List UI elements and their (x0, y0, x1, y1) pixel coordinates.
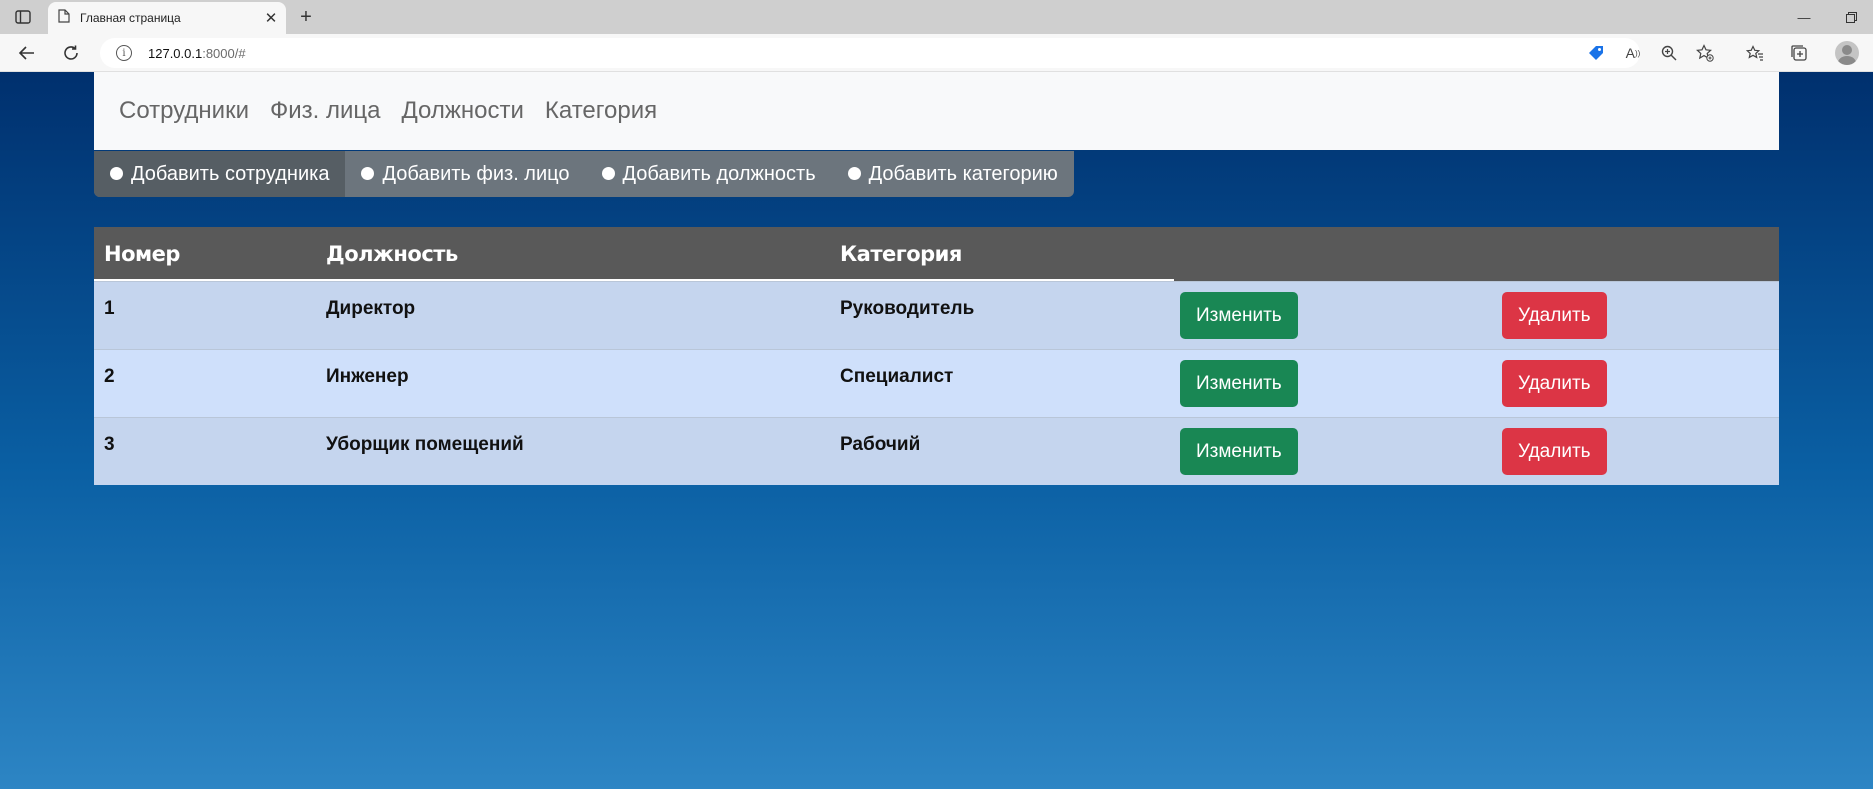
edit-button[interactable]: Изменить (1180, 291, 1298, 339)
main-navbar: Сотрудники Физ. лица Должности Категория (94, 72, 1779, 150)
coupon-tag-icon[interactable] (1584, 42, 1608, 64)
column-header-number: Номер (104, 241, 180, 266)
column-header-category: Категория (840, 241, 962, 266)
browser-tab-strip: Главная страница ✕ + — (0, 0, 1873, 34)
restore-window-icon[interactable] (1840, 6, 1862, 28)
cell-number: 2 (94, 348, 316, 417)
table-row: 3 Уборщик помещений Рабочий Изменить Уда… (94, 416, 1779, 485)
nav-item-employees[interactable]: Сотрудники (119, 97, 249, 125)
add-person-tab[interactable]: Добавить физ. лицо (345, 151, 585, 197)
cell-edit: Изменить (1170, 348, 1492, 417)
cell-category: Рабочий (830, 416, 1170, 485)
bullet-icon (601, 166, 615, 180)
read-aloud-icon[interactable]: A)) (1621, 42, 1645, 64)
edit-button[interactable]: Изменить (1180, 427, 1298, 475)
profile-avatar[interactable] (1835, 41, 1859, 65)
tab-actions-icon[interactable] (12, 8, 34, 26)
back-icon[interactable] (14, 41, 40, 65)
url-path: :8000/# (202, 45, 246, 61)
add-position-label: Добавить должность (622, 162, 816, 185)
cell-edit: Изменить (1170, 280, 1492, 349)
positions-table: Номер Должность Категория 1 Директор Рук… (94, 227, 1779, 485)
cell-category: Специалист (830, 348, 1170, 417)
close-tab-icon[interactable]: ✕ (262, 9, 280, 27)
nav-item-persons[interactable]: Физ. лица (270, 97, 381, 125)
site-info-icon[interactable]: i (116, 45, 132, 61)
reload-icon[interactable] (58, 41, 84, 65)
bullet-icon (110, 166, 123, 180)
table-row: 2 Инженер Специалист Изменить Удалить (94, 348, 1779, 417)
bullet-icon (847, 166, 861, 180)
add-position-tab[interactable]: Добавить должность (586, 151, 832, 197)
delete-button[interactable]: Удалить (1502, 427, 1607, 475)
add-employee-tab[interactable]: Добавить сотрудника (94, 151, 346, 197)
cell-category: Руководитель (830, 280, 1170, 349)
cell-number: 3 (94, 416, 316, 485)
cell-delete: Удалить (1492, 348, 1779, 417)
column-header-position: Должность (326, 241, 458, 266)
url-host: 127.0.0.1 (148, 45, 203, 61)
table-row: 1 Директор Руководитель Изменить Удалить (94, 280, 1779, 349)
cell-position: Инженер (316, 348, 830, 417)
add-favorite-icon[interactable] (1693, 42, 1717, 64)
delete-button[interactable]: Удалить (1502, 359, 1607, 407)
minimize-window-icon[interactable]: — (1793, 6, 1815, 28)
collections-icon[interactable] (1787, 42, 1811, 64)
bullet-icon (361, 166, 375, 180)
column-header-delete (1492, 227, 1779, 281)
nav-item-category[interactable]: Категория (545, 97, 657, 125)
cell-delete: Удалить (1492, 416, 1779, 485)
add-category-tab[interactable]: Добавить категорию (832, 151, 1074, 197)
new-tab-icon[interactable]: + (294, 5, 318, 29)
add-employee-label: Добавить сотрудника (131, 162, 330, 185)
add-actions-bar: Добавить сотрудника Добавить физ. лицо Д… (94, 151, 1074, 197)
edit-button[interactable]: Изменить (1180, 359, 1298, 407)
browser-tab[interactable]: Главная страница ✕ (48, 2, 286, 34)
cell-position: Директор (316, 280, 830, 349)
zoom-icon[interactable] (1657, 42, 1681, 64)
nav-item-positions[interactable]: Должности (402, 97, 524, 125)
page-icon (58, 8, 70, 28)
tab-title: Главная страница (80, 11, 181, 25)
browser-toolbar: i 127.0.0.1:8000/# A)) (0, 34, 1873, 72)
cell-delete: Удалить (1492, 280, 1779, 349)
cell-edit: Изменить (1170, 416, 1492, 485)
delete-button[interactable]: Удалить (1502, 291, 1607, 339)
add-person-label: Добавить физ. лицо (382, 162, 570, 185)
cell-position: Уборщик помещений (316, 416, 830, 485)
header-underline (94, 279, 1174, 281)
page-viewport: Сотрудники Физ. лица Должности Категория… (0, 72, 1873, 789)
add-category-label: Добавить категорию (868, 162, 1058, 185)
cell-number: 1 (94, 280, 316, 349)
table-header-row: Номер Должность Категория (94, 227, 1779, 281)
address-bar[interactable]: i 127.0.0.1:8000/# (100, 38, 1640, 68)
column-header-edit (1170, 227, 1492, 281)
favorites-icon[interactable] (1743, 42, 1767, 64)
